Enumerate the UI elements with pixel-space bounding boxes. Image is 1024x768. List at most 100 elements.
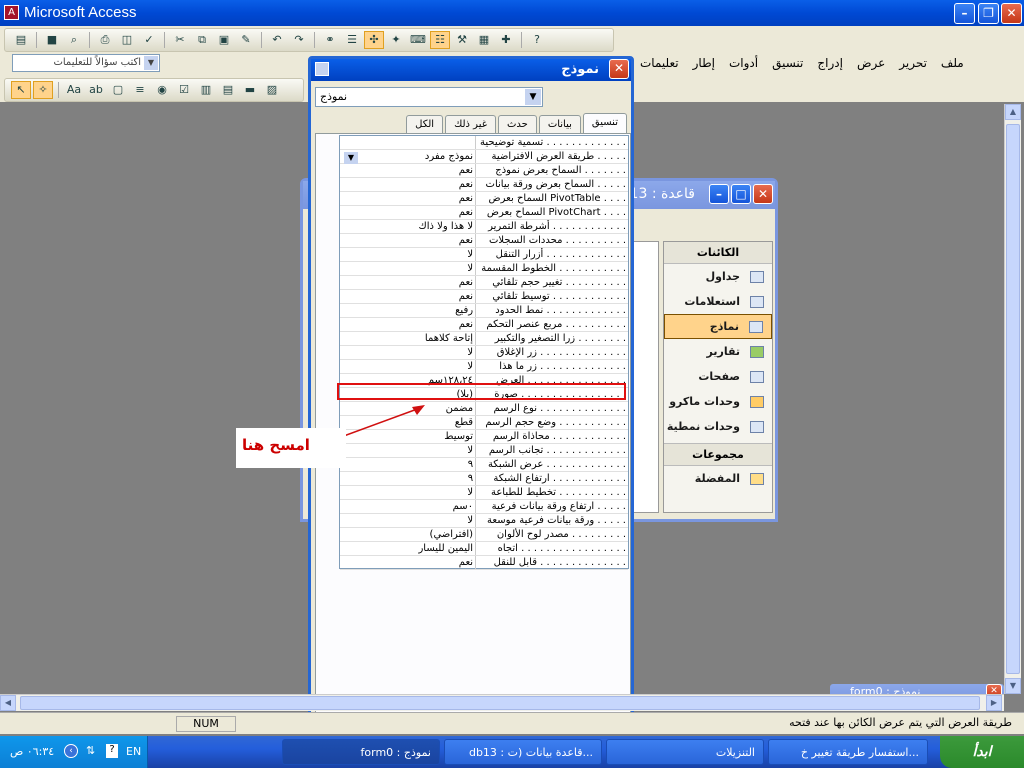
- image-icon[interactable]: ▨: [262, 81, 282, 99]
- property-value[interactable]: لا: [340, 346, 475, 359]
- property-value[interactable]: (افتراضي): [340, 528, 475, 541]
- chevron-down-icon[interactable]: ▼: [344, 152, 358, 164]
- property-value[interactable]: نعم: [340, 234, 475, 247]
- property-value[interactable]: لا: [340, 486, 475, 499]
- property-value[interactable]: لا هذا ولا ذاك: [340, 220, 475, 233]
- property-row[interactable]: نعم السماح بعرض نموذج . . . . . . .: [340, 164, 628, 178]
- property-value[interactable]: نعم: [340, 290, 475, 303]
- property-row[interactable]: (افتراضي) مصدر لوح الألوان . . . . . . . …: [340, 528, 628, 542]
- object-item-queries[interactable]: استعلامات: [664, 289, 772, 314]
- copy-icon[interactable]: ⧉: [192, 31, 212, 49]
- print-icon[interactable]: ⎙: [95, 31, 115, 49]
- vertical-scroll-thumb[interactable]: [1006, 124, 1020, 674]
- task-form[interactable]: form0 : نموذج: [282, 739, 440, 765]
- property-row[interactable]: تسمية توضيحية . . . . . . . . . . . . .: [340, 136, 628, 150]
- property-row[interactable]: لا هذا ولا ذاك أشرطة التمرير . . . . . . …: [340, 220, 628, 234]
- property-value[interactable]: لا: [340, 262, 475, 275]
- task-database[interactable]: db13 : قاعدة بيانات (ت...: [444, 739, 602, 765]
- menu-insert[interactable]: إدراج: [817, 56, 843, 72]
- textbox-icon[interactable]: ab: [86, 81, 106, 99]
- property-value[interactable]: لا: [340, 248, 475, 261]
- property-value[interactable]: نعم: [340, 178, 475, 191]
- property-row[interactable]: رفيع نمط الحدود . . . . . . . . . . . . .: [340, 304, 628, 318]
- autoformat-icon[interactable]: ✦: [386, 31, 406, 49]
- tray-arrow-icon[interactable]: ‹: [64, 744, 78, 758]
- print-preview-icon[interactable]: ◫: [117, 31, 137, 49]
- property-row[interactable]: إتاحة كلاهما زرا التصغير والتكبير . . . .…: [340, 332, 628, 346]
- chevron-down-icon[interactable]: ▼: [144, 56, 158, 70]
- list-box-icon[interactable]: ▤: [218, 81, 238, 99]
- checkbox-icon[interactable]: ☑: [174, 81, 194, 99]
- undo-icon[interactable]: ↶: [267, 31, 287, 49]
- property-sheet-title-bar[interactable]: نموذج ✕: [311, 59, 631, 81]
- db-minimize-button[interactable]: –: [709, 184, 729, 204]
- redo-icon[interactable]: ↷: [289, 31, 309, 49]
- toggle-button-icon[interactable]: ≡: [130, 81, 150, 99]
- property-value[interactable]: لا: [340, 514, 475, 527]
- property-value[interactable]: ٩: [340, 458, 475, 471]
- combo-box-icon[interactable]: ▥: [196, 81, 216, 99]
- select-objects-icon[interactable]: ↖: [11, 81, 31, 99]
- menu-file[interactable]: ملف: [941, 56, 964, 72]
- tab-other[interactable]: غير ذلك: [445, 115, 496, 133]
- builder-icon[interactable]: ⚒: [452, 31, 472, 49]
- menu-tools[interactable]: أدوات: [729, 56, 758, 72]
- object-item-reports[interactable]: تقارير: [664, 339, 772, 364]
- database-window-icon[interactable]: ▦: [474, 31, 494, 49]
- menu-view[interactable]: عرض: [857, 56, 885, 72]
- start-button[interactable]: ابدأ: [940, 736, 1024, 768]
- language-indicator[interactable]: EN: [126, 745, 141, 758]
- property-row[interactable]: نعم توسيط تلقائي . . . . . . . . . . . .: [340, 290, 628, 304]
- object-item-modules[interactable]: وحدات نمطية: [664, 414, 772, 439]
- property-row[interactable]: نعم محددات السجلات . . . . . . . . . .: [340, 234, 628, 248]
- db-close-button[interactable]: ✕: [753, 184, 773, 204]
- horizontal-scrollbar[interactable]: ◀ ▶: [0, 694, 1004, 711]
- property-row[interactable]: ٠سم ارتفاع ورقة بيانات فرعية . . . . .: [340, 500, 628, 514]
- property-value[interactable]: رفيع: [340, 304, 475, 317]
- search-icon[interactable]: ⌕: [64, 31, 84, 49]
- label-icon[interactable]: Aa: [64, 81, 84, 99]
- menu-edit[interactable]: تحرير: [899, 56, 927, 72]
- property-row[interactable]: نعم السماح بعرض ورقة بيانات . . . . .: [340, 178, 628, 192]
- property-value[interactable]: نعم: [340, 556, 475, 569]
- task-browser[interactable]: استفسار طريقة تغيير خ...: [768, 739, 928, 765]
- property-row[interactable]: لا زر الإغلاق . . . . . . . . . . . . . .: [340, 346, 628, 360]
- restore-button[interactable]: ❐: [978, 3, 999, 24]
- menu-format[interactable]: تنسيق: [772, 56, 803, 72]
- tab-all[interactable]: الكل: [406, 115, 444, 133]
- property-row[interactable]: اليمين لليسار اتجاه . . . . . . . . . . .…: [340, 542, 628, 556]
- property-row[interactable]: نعم مربع عنصر التحكم . . . . . . . . . .: [340, 318, 628, 332]
- property-row[interactable]: ٩ ارتفاع الشبكة . . . . . . . . . . . .: [340, 472, 628, 486]
- hyperlink-icon[interactable]: ⚭: [320, 31, 340, 49]
- task-downloads[interactable]: التنزيلات: [606, 739, 764, 765]
- object-item-pages[interactable]: صفحات: [664, 364, 772, 389]
- help-icon[interactable]: ?: [106, 744, 118, 758]
- control-wizards-icon[interactable]: ✧: [33, 81, 53, 99]
- ask-question-box[interactable]: اكتب سؤالاً للتعليمات ▼: [12, 54, 160, 72]
- db-maximize-button[interactable]: □: [731, 184, 751, 204]
- horizontal-scroll-thumb[interactable]: [20, 696, 980, 710]
- object-item-forms[interactable]: نماذج: [664, 314, 772, 339]
- property-row[interactable]: لا أزرار التنقل . . . . . . . . . . . . .: [340, 248, 628, 262]
- spelling-icon[interactable]: ✓: [139, 31, 159, 49]
- view-icon[interactable]: ▤: [11, 31, 31, 49]
- menu-help[interactable]: تعليمات: [640, 56, 679, 72]
- new-object-icon[interactable]: ✚: [496, 31, 516, 49]
- option-group-icon[interactable]: ▢: [108, 81, 128, 99]
- property-value[interactable]: ٩: [340, 472, 475, 485]
- code-icon[interactable]: ⌨: [408, 31, 428, 49]
- tab-format[interactable]: تنسيق: [582, 113, 627, 133]
- option-button-icon[interactable]: ◉: [152, 81, 172, 99]
- minimize-button[interactable]: –: [954, 3, 975, 24]
- chevron-down-icon[interactable]: ▼: [525, 89, 541, 105]
- property-value[interactable]: إتاحة كلاهما: [340, 332, 475, 345]
- paste-icon[interactable]: ▣: [214, 31, 234, 49]
- object-item-tables[interactable]: جداول: [664, 264, 772, 289]
- close-button[interactable]: ✕: [1001, 3, 1022, 24]
- property-row[interactable]: لا تخطيط للطباعة . . . . . . . . . . .: [340, 486, 628, 500]
- command-button-icon[interactable]: ▬: [240, 81, 260, 99]
- scroll-left-icon[interactable]: ◀: [0, 695, 16, 711]
- property-value[interactable]: نعم: [340, 318, 475, 331]
- property-value[interactable]: اليمين لليسار: [340, 542, 475, 555]
- property-row[interactable]: نعم السماح بعرض PivotChart . . . .: [340, 206, 628, 220]
